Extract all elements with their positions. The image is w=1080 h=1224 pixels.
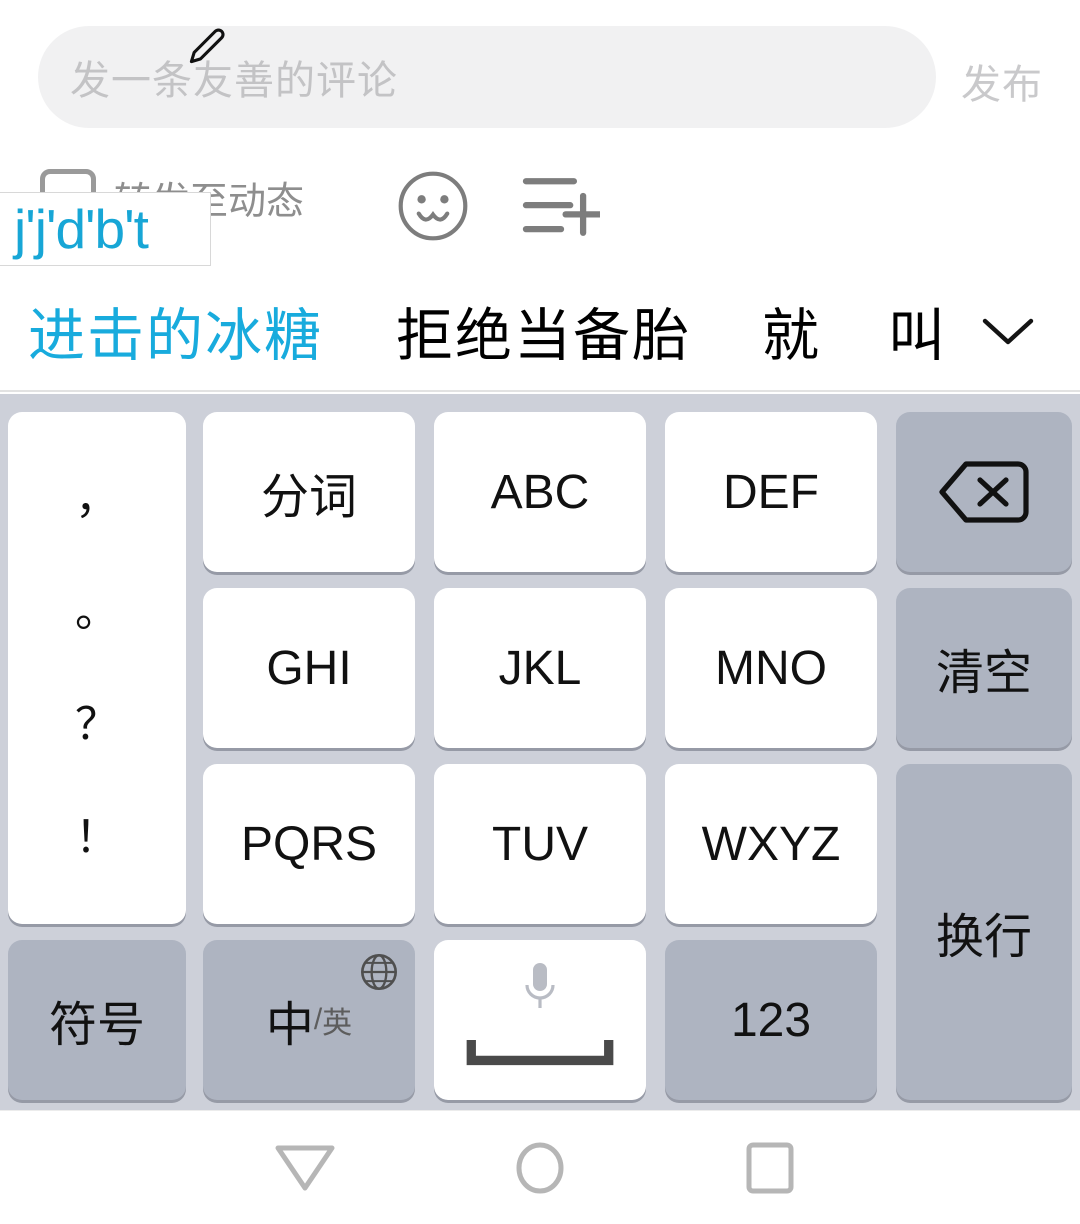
- punct-period[interactable]: 。: [75, 589, 119, 634]
- key-jkl-label: JKL: [498, 641, 582, 695]
- candidate-bar: 进击的冰糖 拒绝当备胎 就 叫: [0, 270, 1080, 646]
- comment-composer: 发一条友善的评论 发布: [0, 0, 1080, 155]
- fenci-key-label: 分词: [260, 471, 357, 524]
- newline-key[interactable]: 换行: [896, 764, 1072, 1100]
- backspace-key[interactable]: [896, 412, 1072, 572]
- symbol-key-label: 符号: [48, 999, 145, 1052]
- key-pqrs[interactable]: PQRS: [203, 764, 415, 924]
- numeric-key[interactable]: 123: [665, 940, 877, 1100]
- clear-key[interactable]: 清空: [896, 588, 1072, 748]
- newline-key-label: 换行: [935, 911, 1032, 964]
- back-triangle-icon: [275, 1145, 335, 1191]
- punctuation-key[interactable]: ， 。 ？ ！: [8, 412, 186, 924]
- space-bar-icon: [466, 1040, 614, 1066]
- recents-square-icon: [746, 1142, 794, 1194]
- post-button[interactable]: 发布: [942, 52, 1062, 110]
- microphone-icon[interactable]: [520, 960, 560, 1016]
- key-ghi-label: GHI: [266, 641, 352, 695]
- android-nav-bar: [0, 1110, 1080, 1224]
- key-mno[interactable]: MNO: [665, 588, 877, 748]
- symbol-key[interactable]: 符号: [8, 940, 186, 1100]
- space-key[interactable]: [434, 940, 646, 1100]
- key-mno-label: MNO: [715, 641, 827, 695]
- key-abc[interactable]: ABC: [434, 412, 646, 572]
- key-tuv-label: TUV: [492, 817, 588, 871]
- key-ghi[interactable]: GHI: [203, 588, 415, 748]
- emoji-face-icon[interactable]: [395, 168, 471, 244]
- key-wxyz-label: WXYZ: [701, 817, 841, 871]
- punct-exclaim[interactable]: ！: [75, 815, 119, 860]
- punct-comma[interactable]: ，: [75, 476, 119, 521]
- key-jkl[interactable]: JKL: [434, 588, 646, 748]
- chevron-down-icon: [982, 318, 1034, 345]
- pinyin-composition-popup[interactable]: j'j'd'b't: [0, 192, 211, 266]
- candidate-expand-button[interactable]: [958, 270, 1058, 392]
- fenci-key[interactable]: 分词: [203, 412, 415, 572]
- language-switch-key[interactable]: 中 / 英: [203, 940, 415, 1100]
- key-tuv[interactable]: TUV: [434, 764, 646, 924]
- candidate-1[interactable]: 拒绝当备胎: [396, 270, 691, 392]
- t9-pinyin-keyboard: ， 。 ？ ！ 分词 ABC DEF GHI JKL MNO 清空 PQRS T…: [0, 394, 1080, 1110]
- nav-recents-button[interactable]: [680, 1111, 860, 1224]
- nav-back-button[interactable]: [215, 1111, 395, 1224]
- punct-question[interactable]: ？: [75, 702, 119, 747]
- comment-input[interactable]: 发一条友善的评论: [38, 26, 936, 128]
- add-to-list-icon[interactable]: [522, 172, 600, 242]
- home-circle-icon: [516, 1142, 564, 1194]
- pencil-icon[interactable]: [185, 24, 229, 68]
- key-def-label: DEF: [723, 465, 819, 519]
- pinyin-composition-text: j'j'd'b't: [14, 197, 149, 260]
- lang-key-secondary: 英: [322, 1007, 353, 1040]
- lang-key-primary: 中: [265, 999, 314, 1052]
- globe-icon[interactable]: [359, 952, 399, 992]
- key-def[interactable]: DEF: [665, 412, 877, 572]
- key-wxyz[interactable]: WXYZ: [665, 764, 877, 924]
- candidate-3[interactable]: 叫: [888, 270, 940, 392]
- candidate-0[interactable]: 进击的冰糖: [28, 270, 323, 392]
- backspace-icon: [939, 461, 1029, 523]
- numeric-key-label: 123: [730, 993, 812, 1047]
- nav-home-button[interactable]: [450, 1111, 630, 1224]
- candidate-2[interactable]: 就: [762, 270, 821, 392]
- key-pqrs-label: PQRS: [240, 817, 378, 871]
- phone-screen: 发一条友善的评论 发布 转发至动态 j'j'd'b't 进击的冰糖 拒绝当备胎 …: [0, 0, 1080, 1224]
- key-abc-label: ABC: [490, 465, 590, 519]
- clear-key-label: 清空: [935, 647, 1032, 700]
- lang-key-separator: /: [313, 1003, 323, 1036]
